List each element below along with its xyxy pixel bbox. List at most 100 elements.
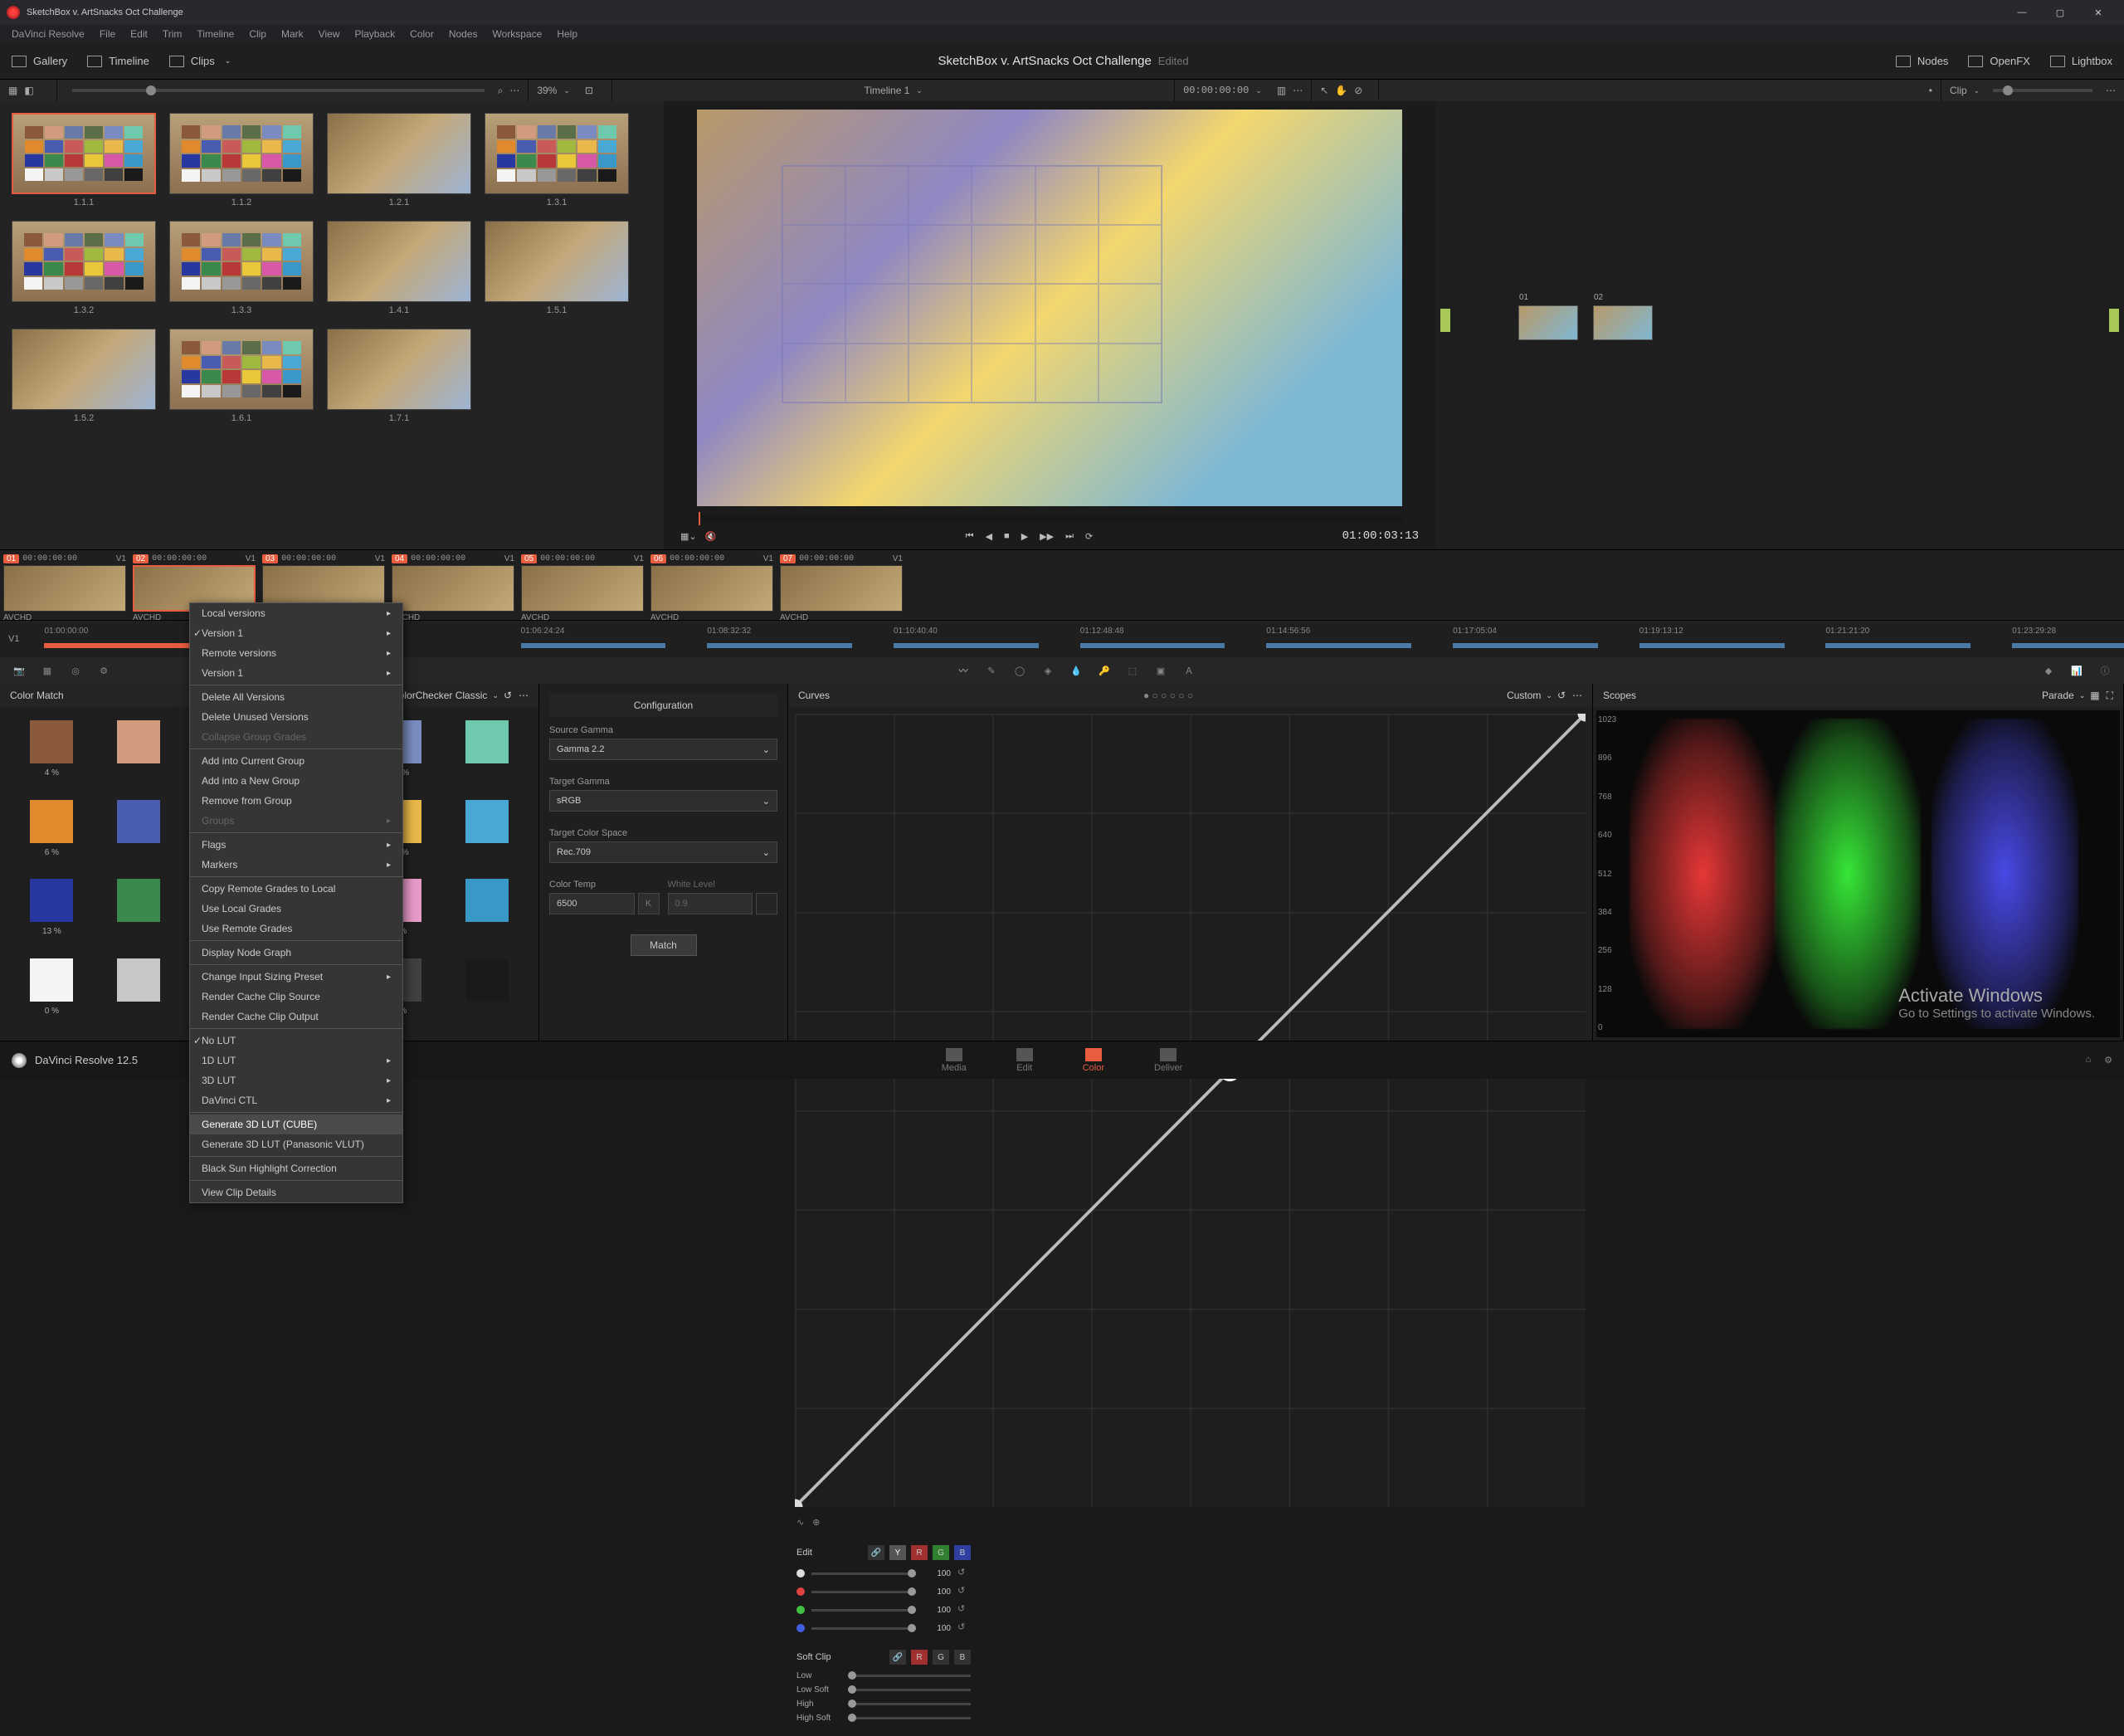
menu-item[interactable]: Use Local Grades — [190, 899, 402, 919]
data-burn-icon[interactable]: Ａ — [1181, 663, 1196, 678]
still-thumb[interactable]: 1.6.1 — [169, 329, 314, 423]
target-gamma-select[interactable]: sRGB — [549, 790, 777, 812]
node-02[interactable]: 02 — [1593, 305, 1653, 340]
tracker-icon[interactable]: ◈ — [1040, 663, 1055, 678]
menu-item[interactable]: Remote versions — [190, 643, 402, 663]
ch-b[interactable]: B — [954, 1545, 971, 1560]
ch-g[interactable]: G — [933, 1545, 949, 1560]
menu-item[interactable]: Render Cache Clip Source — [190, 987, 402, 1007]
add-point-icon[interactable]: ⊕ — [812, 1517, 820, 1528]
color-swatch[interactable] — [100, 958, 178, 1028]
viewer-canvas[interactable] — [697, 110, 1402, 506]
sc-b[interactable]: B — [954, 1650, 971, 1665]
sc-g[interactable]: G — [933, 1650, 949, 1665]
options-icon[interactable]: ⋯ — [509, 85, 519, 96]
menu-edit[interactable]: Edit — [124, 27, 154, 41]
menu-item[interactable]: Use Remote Grades — [190, 919, 402, 939]
menu-item[interactable]: 3D LUT — [190, 1070, 402, 1090]
menu-item[interactable]: Markers — [190, 855, 402, 875]
color-swatch[interactable]: 6 % — [13, 800, 90, 870]
clips-dropdown[interactable]: Clips⌄ — [169, 55, 231, 67]
mute-icon[interactable]: 🔇 — [705, 531, 717, 542]
channel-slider[interactable]: 100↺ — [796, 1567, 971, 1580]
page-edit[interactable]: Edit — [1016, 1048, 1033, 1073]
menu-item[interactable]: Display Node Graph — [190, 943, 402, 963]
chevron-down-icon[interactable]: ⌄ — [563, 86, 570, 95]
softclip-slider[interactable]: High Soft — [796, 1714, 971, 1723]
still-thumb[interactable]: 1.3.2 — [12, 221, 156, 315]
white-level-checkbox[interactable] — [756, 893, 777, 914]
unmix-icon[interactable]: ▦⌄ — [680, 531, 697, 542]
menu-item[interactable]: Black Sun Highlight Correction — [190, 1158, 402, 1178]
page-deliver[interactable]: Deliver — [1154, 1048, 1182, 1073]
openfx-toggle[interactable]: OpenFX — [1968, 55, 2029, 67]
page-color[interactable]: Color — [1083, 1048, 1104, 1073]
menu-item[interactable]: Delete All Versions — [190, 687, 402, 707]
play-button[interactable]: ▶ — [1021, 531, 1028, 542]
menu-item[interactable]: Generate 3D LUT (Panasonic VLUT) — [190, 1134, 402, 1154]
powergrade-icon[interactable]: ◧ — [24, 85, 33, 96]
still-thumb[interactable]: 1.4.1 — [327, 221, 471, 315]
menu-item[interactable]: Change Input Sizing Preset — [190, 967, 402, 987]
still-thumb[interactable]: 1.5.2 — [12, 329, 156, 423]
match-button[interactable]: Match — [631, 934, 697, 956]
color-swatch[interactable]: 4 % — [13, 720, 90, 790]
menu-item[interactable]: Add into Current Group — [190, 751, 402, 771]
still-thumb[interactable]: 1.1.1 — [12, 113, 156, 207]
expand-icon[interactable]: ⛶ — [2107, 690, 2113, 702]
clip-thumb[interactable]: 0600:00:00:00V1AVCHD — [650, 552, 773, 618]
reset-icon[interactable]: ↺ — [504, 690, 512, 701]
thumb-size-slider[interactable] — [72, 89, 485, 92]
colorchecker-overlay[interactable] — [782, 165, 1162, 403]
menu-trim[interactable]: Trim — [156, 27, 189, 41]
color-swatch[interactable] — [448, 720, 525, 790]
still-thumb[interactable]: 1.3.1 — [485, 113, 629, 207]
source-gamma-select[interactable]: Gamma 2.2 — [549, 739, 777, 760]
color-match-icon[interactable]: ▦ — [40, 663, 55, 678]
qualifier-icon[interactable]: ✎ — [984, 663, 999, 678]
softclip-slider[interactable]: High — [796, 1699, 971, 1709]
options-icon[interactable]: ⋯ — [1572, 690, 1582, 701]
info-icon[interactable]: ⓘ — [2097, 663, 2112, 678]
settings-icon[interactable]: ⚙ — [2104, 1055, 2112, 1065]
sc-r[interactable]: R — [911, 1650, 928, 1665]
loop-button[interactable]: ⟳ — [1085, 531, 1093, 542]
nodes-toggle[interactable]: Nodes — [1896, 55, 1949, 67]
color-temp-input[interactable]: 6500 — [549, 893, 635, 914]
lightbox-toggle[interactable]: Lightbox — [2050, 55, 2112, 67]
minimize-button[interactable]: — — [2003, 0, 2041, 25]
clip-thumb[interactable]: 0100:00:00:00V1AVCHD — [3, 552, 126, 618]
channel-slider[interactable]: 100↺ — [796, 1585, 971, 1598]
menu-item[interactable]: Add into a New Group — [190, 771, 402, 791]
menu-item[interactable]: Render Cache Clip Output — [190, 1007, 402, 1026]
spline-icon[interactable]: ∿ — [796, 1517, 804, 1528]
softclip-slider[interactable]: Low Soft — [796, 1685, 971, 1695]
still-thumb[interactable]: 1.1.2 — [169, 113, 314, 207]
softclip-slider[interactable]: Low — [796, 1671, 971, 1680]
menu-nodes[interactable]: Nodes — [442, 27, 485, 41]
still-thumb[interactable]: 1.2.1 — [327, 113, 471, 207]
menu-playback[interactable]: Playback — [348, 27, 402, 41]
stop-button[interactable]: ■ — [1004, 531, 1010, 541]
target-colorspace-select[interactable]: Rec.709 — [549, 841, 777, 863]
color-swatch[interactable] — [100, 800, 178, 870]
primaries-icon[interactable]: ⚙ — [96, 663, 111, 678]
fit-icon[interactable]: ⊡ — [585, 85, 593, 96]
menu-view[interactable]: View — [312, 27, 347, 41]
menu-item[interactable]: 1D LUT — [190, 1051, 402, 1070]
color-swatch[interactable] — [448, 958, 525, 1028]
still-thumb[interactable]: 1.7.1 — [327, 329, 471, 423]
page-media[interactable]: Media — [942, 1048, 967, 1073]
clip-thumb[interactable]: 0700:00:00:00V1AVCHD — [780, 552, 903, 618]
options-icon[interactable]: ⋯ — [519, 690, 529, 701]
color-swatch[interactable] — [448, 879, 525, 948]
color-swatch[interactable]: 13 % — [13, 879, 90, 948]
color-swatch[interactable] — [100, 720, 178, 790]
curve-graph[interactable] — [795, 714, 1586, 1507]
menu-item[interactable]: Copy Remote Grades to Local — [190, 879, 402, 899]
options-icon[interactable]: ⋯ — [1293, 85, 1303, 96]
color-swatch[interactable] — [448, 800, 525, 870]
menu-item[interactable]: View Clip Details — [190, 1183, 402, 1202]
close-button[interactable]: ✕ — [2079, 0, 2117, 25]
channel-slider[interactable]: 100↺ — [796, 1603, 971, 1617]
